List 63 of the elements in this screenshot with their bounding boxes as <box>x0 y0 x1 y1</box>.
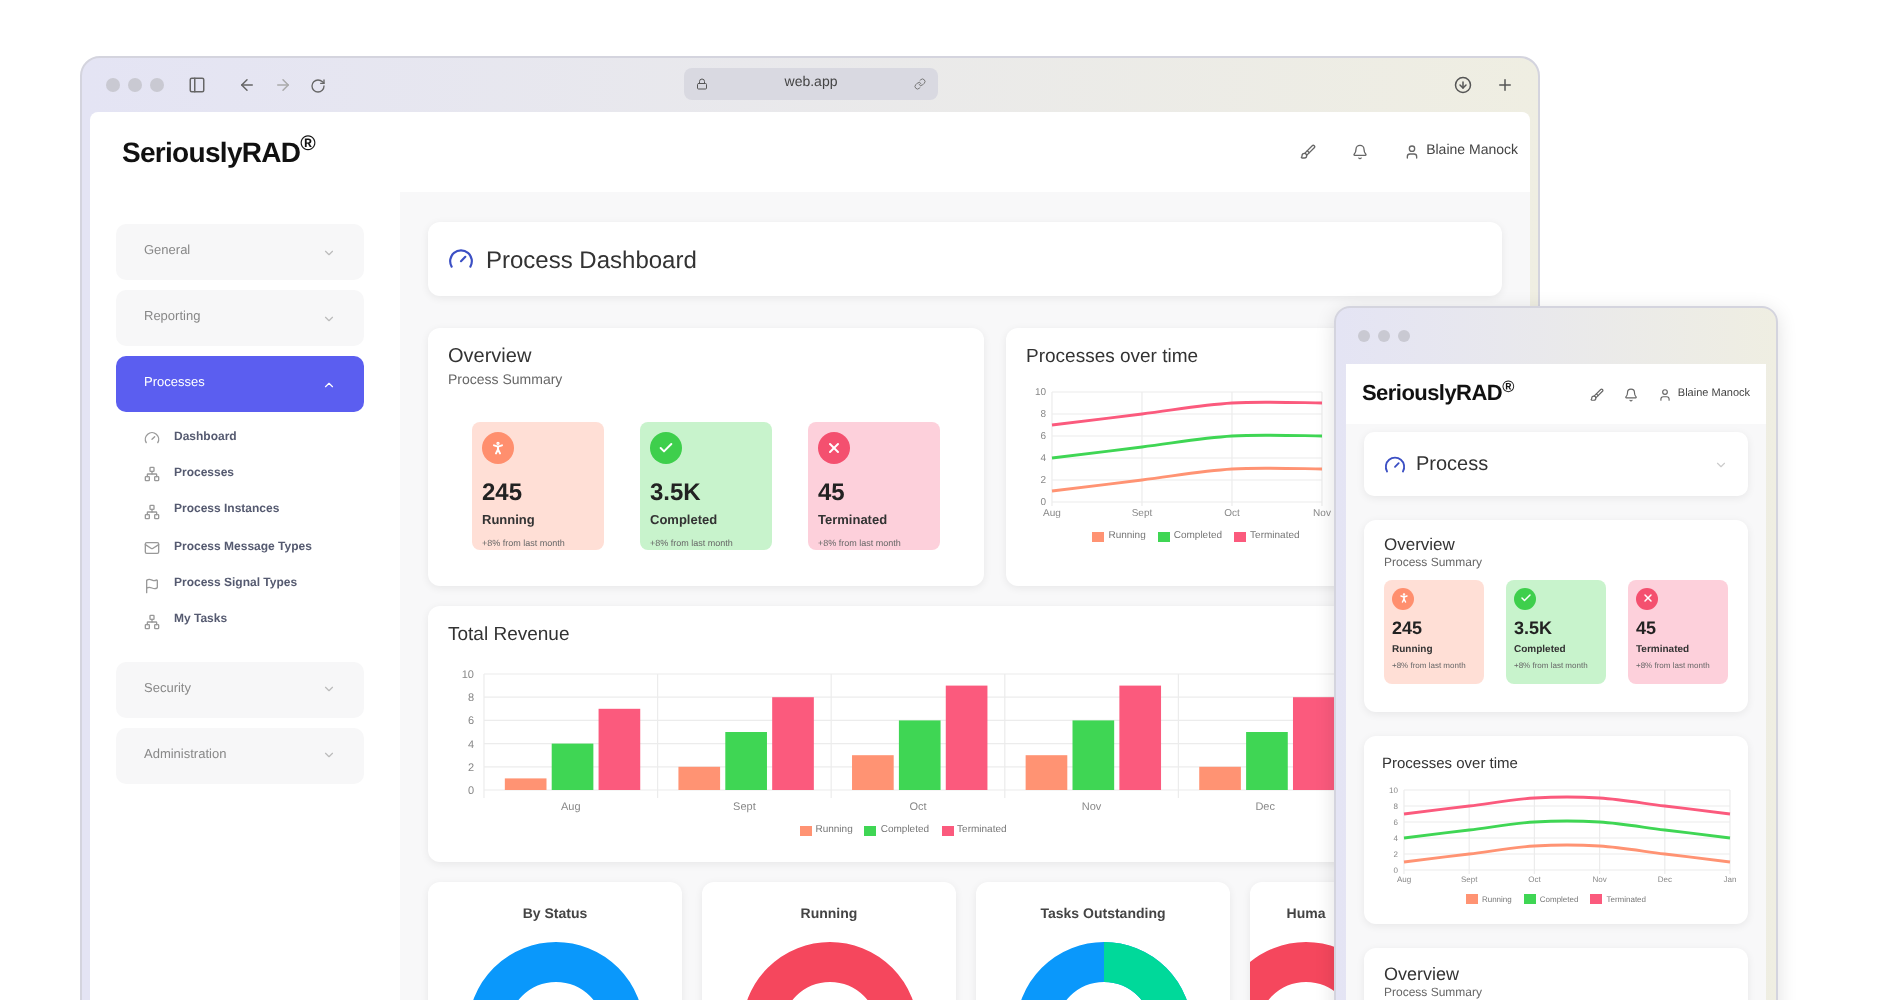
check-icon <box>1514 587 1536 609</box>
chart-bar <box>725 731 767 789</box>
cross-icon <box>818 431 850 463</box>
chart-bar <box>1246 731 1288 789</box>
sidebar-toggle-icon[interactable] <box>188 76 206 94</box>
person-icon <box>1392 587 1414 609</box>
card-title: Overview <box>1384 966 1460 984</box>
person-icon <box>482 431 514 463</box>
chart-bar <box>772 696 814 789</box>
page-title: Process Dashboard <box>486 243 697 277</box>
chart-bar <box>898 719 941 789</box>
check-icon <box>650 431 682 463</box>
mail-icon <box>144 540 160 557</box>
brush-icon[interactable] <box>1300 144 1317 160</box>
card-title: Processes over time <box>1026 348 1199 367</box>
back-icon[interactable] <box>238 76 256 94</box>
stat-value: 245 <box>1392 619 1425 637</box>
stat-value: 45 <box>818 479 847 503</box>
chart-bar <box>852 754 894 789</box>
chart-bar <box>1199 765 1241 789</box>
hierarchy-icon <box>144 613 160 630</box>
card-title: Overview <box>1384 536 1455 553</box>
page-select[interactable]: Process <box>1364 432 1748 496</box>
chart-bar <box>1293 696 1335 789</box>
card-title: Total Revenue <box>448 626 570 645</box>
chevron-icon <box>322 682 336 697</box>
user-icon <box>1657 387 1672 401</box>
hierarchy-icon <box>144 503 160 520</box>
plus-icon[interactable] <box>1496 76 1514 94</box>
chart-bar <box>1119 684 1162 789</box>
chart-bar <box>945 684 988 789</box>
stat-value: 3.5K <box>1514 619 1555 637</box>
bell-icon[interactable] <box>1352 144 1369 160</box>
gauge-icon <box>448 246 474 272</box>
chart-bar <box>504 777 547 789</box>
card-title: Overview <box>448 348 532 368</box>
chevron-icon <box>322 748 336 763</box>
bell-icon[interactable] <box>1623 387 1638 401</box>
logo: SeriouslyRAD$^{®}$ <box>122 131 316 172</box>
link-icon <box>914 78 926 90</box>
chart-bar <box>551 742 594 789</box>
reload-icon[interactable] <box>310 77 326 93</box>
chevron-icon <box>322 245 336 259</box>
logo: SeriouslyRAD$^{®}$ <box>1362 377 1514 410</box>
gauge-icon <box>1384 453 1406 475</box>
user-icon <box>1404 144 1421 160</box>
download-icon[interactable] <box>1454 76 1472 94</box>
gauge-icon <box>144 430 160 446</box>
chart-bar <box>598 707 641 789</box>
stat-value: 3.5K <box>650 479 703 503</box>
flag-icon <box>144 577 160 594</box>
chart-bar <box>678 765 721 789</box>
hierarchy-icon <box>144 466 160 483</box>
cross-icon <box>1636 587 1658 609</box>
chart-bar <box>1072 719 1115 789</box>
chevron-icon <box>1714 457 1728 471</box>
stat-value: 245 <box>482 479 525 503</box>
chevron-icon <box>322 311 336 325</box>
chart-bar <box>1025 754 1068 789</box>
stat-value: 45 <box>1636 619 1659 637</box>
lock-icon <box>696 78 708 90</box>
brush-icon[interactable] <box>1589 387 1604 401</box>
chevron-icon <box>322 377 336 391</box>
